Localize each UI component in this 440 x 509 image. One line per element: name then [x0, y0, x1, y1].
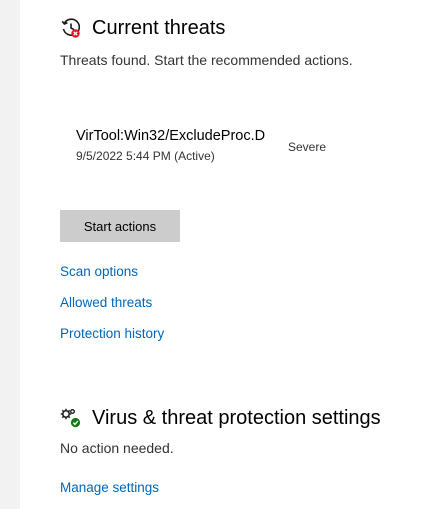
- current-threats-subtitle: Threats found. Start the recommended act…: [60, 52, 353, 68]
- current-threats-title: Current threats: [92, 16, 226, 39]
- start-actions-button[interactable]: Start actions: [60, 210, 180, 242]
- threat-date: 9/5/2022 5:44 PM (Active): [76, 149, 215, 163]
- threat-severity: Severe: [288, 140, 327, 154]
- manage-settings-link[interactable]: Manage settings: [60, 480, 159, 495]
- settings-title: Virus & threat protection settings: [92, 406, 381, 429]
- gears-check-icon: [60, 407, 82, 429]
- current-threats-header: Current threats: [60, 13, 225, 43]
- settings-header: Virus & threat protection settings: [60, 403, 381, 433]
- settings-subtitle: No action needed.: [60, 440, 174, 456]
- clock-history-alert-icon: [60, 17, 82, 39]
- threat-name[interactable]: VirTool:Win32/ExcludeProc.D: [76, 128, 265, 144]
- left-nav-strip: [0, 0, 20, 509]
- allowed-threats-link[interactable]: Allowed threats: [60, 295, 152, 310]
- protection-history-link[interactable]: Protection history: [60, 326, 164, 341]
- scan-options-link[interactable]: Scan options: [60, 264, 138, 279]
